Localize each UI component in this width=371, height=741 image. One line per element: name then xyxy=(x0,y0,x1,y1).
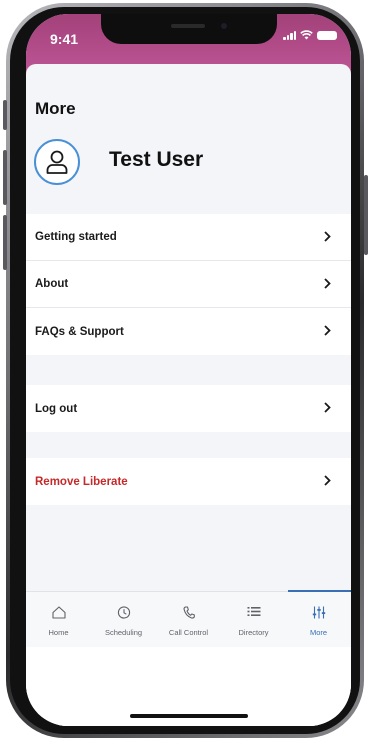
user-name: Test User xyxy=(109,148,204,171)
menu-item-label: About xyxy=(35,278,69,290)
battery-icon xyxy=(317,31,337,40)
chevron-right-icon xyxy=(324,278,331,289)
power-button xyxy=(364,175,368,255)
signal-icon xyxy=(283,31,296,40)
status-time: 9:41 xyxy=(50,31,79,47)
user-icon xyxy=(46,150,68,174)
sliders-icon xyxy=(312,606,325,619)
tab-directory[interactable]: Directory xyxy=(221,592,286,647)
tab-label: Home xyxy=(48,628,69,637)
active-tab-indicator xyxy=(288,590,351,592)
tab-home[interactable]: Home xyxy=(26,592,91,647)
menu-item-label: Remove Liberate xyxy=(35,475,128,488)
mute-switch xyxy=(3,100,7,130)
volume-down-button xyxy=(3,215,7,270)
menu-group-logout: Log out xyxy=(26,385,351,432)
chevron-right-icon xyxy=(324,475,331,486)
menu-group-main: Getting started About FAQs & Support xyxy=(26,214,351,355)
notch xyxy=(101,14,277,44)
front-camera xyxy=(221,23,227,29)
status-icons xyxy=(283,30,337,40)
home-icon xyxy=(51,606,66,619)
tab-label: Call Control xyxy=(168,628,209,637)
wifi-icon xyxy=(300,30,313,40)
tab-label: Scheduling xyxy=(104,628,143,637)
chevron-right-icon xyxy=(324,325,331,336)
clock-icon xyxy=(117,606,130,619)
menu-item-remove-liberate[interactable]: Remove Liberate xyxy=(26,458,351,505)
tab-more[interactable]: More xyxy=(286,592,351,647)
menu-item-getting-started[interactable]: Getting started xyxy=(26,214,351,261)
tab-label: Directory xyxy=(238,628,269,637)
tab-scheduling[interactable]: Scheduling xyxy=(91,592,156,647)
chevron-right-icon xyxy=(324,402,331,413)
speaker xyxy=(171,24,205,28)
menu-item-label: FAQs & Support xyxy=(35,325,124,338)
chevron-right-icon xyxy=(324,231,331,242)
phone-icon xyxy=(182,606,195,619)
screen: 9:41 More Test User Getting started Abou… xyxy=(26,14,351,726)
page-title: More xyxy=(35,99,76,118)
menu-item-label: Log out xyxy=(35,402,78,415)
tab-label: More xyxy=(309,628,328,637)
menu-item-label: Getting started xyxy=(35,231,117,243)
volume-up-button xyxy=(3,150,7,205)
menu-item-about[interactable]: About xyxy=(26,261,351,308)
menu-group-remove: Remove Liberate xyxy=(26,458,351,505)
menu-item-log-out[interactable]: Log out xyxy=(26,385,351,432)
tab-call-control[interactable]: Call Control xyxy=(156,592,221,647)
avatar[interactable] xyxy=(34,139,80,185)
home-indicator[interactable] xyxy=(130,714,248,718)
list-icon xyxy=(247,607,260,616)
tab-bar: Home Scheduling Call Control Directory M… xyxy=(26,591,351,647)
menu-item-faqs-support[interactable]: FAQs & Support xyxy=(26,308,351,355)
